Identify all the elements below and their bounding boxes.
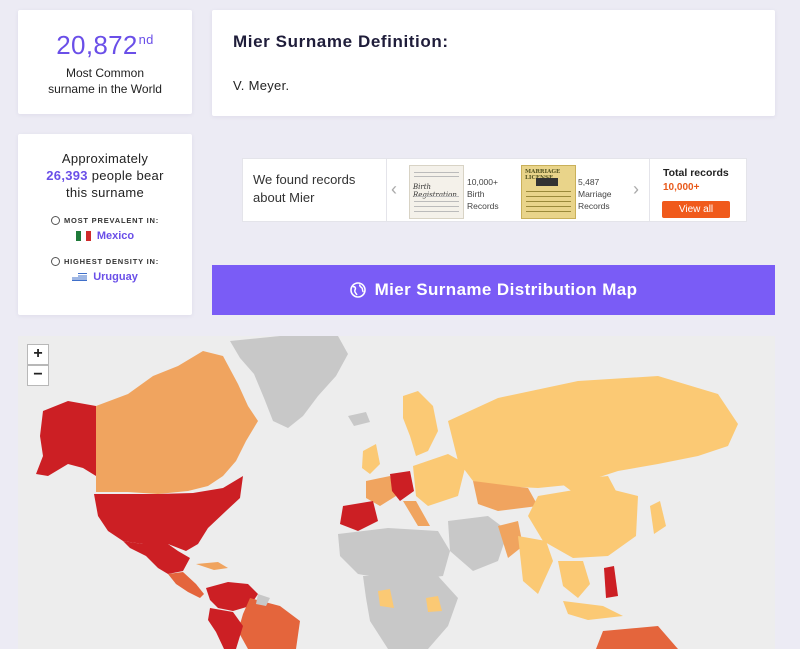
- rank-value: 20,872nd: [56, 30, 154, 60]
- definition-card: Mier Surname Definition: V. Meyer.: [212, 10, 775, 116]
- indonesia-shape: [563, 601, 623, 620]
- spain-shape: [340, 501, 378, 531]
- brazil-shape: [238, 598, 300, 649]
- world-map[interactable]: [18, 336, 775, 649]
- prevalent-label: MOST PREVALENT IN:: [63, 216, 160, 225]
- marriage-label2: Records: [578, 201, 610, 211]
- marriage-records-text[interactable]: 5,487 Marriage Records: [578, 176, 612, 212]
- birth-label2: Records: [467, 201, 499, 211]
- chevron-left-icon[interactable]: ‹: [391, 179, 397, 200]
- india-shape: [518, 536, 553, 594]
- birth-records-text[interactable]: 10,000+ Birth Records: [467, 176, 499, 212]
- divider: [649, 159, 650, 221]
- central-europe-shape: [413, 454, 466, 506]
- distribution-map-button[interactable]: Mier Surname Distribution Map: [212, 265, 775, 315]
- iceland-shape: [348, 412, 370, 426]
- zoom-in-button[interactable]: +: [27, 344, 49, 365]
- southeast-asia-shape: [558, 561, 590, 598]
- distribution-map-label: Mier Surname Distribution Map: [374, 280, 638, 299]
- records-found-text: We found records about Mier: [253, 171, 383, 207]
- total-records-label: Total records: [663, 167, 729, 179]
- records-found-line2: about Mier: [253, 190, 315, 205]
- marriage-count: 5,487: [578, 177, 600, 187]
- canada-shape: [96, 351, 258, 494]
- japan-shape: [650, 501, 666, 534]
- uk-shape: [362, 444, 380, 474]
- rank-suffix: nd: [138, 32, 154, 47]
- info-icon: [50, 257, 60, 266]
- prevalent-country: Mexico: [96, 230, 135, 242]
- marriage-record-thumbnail[interactable]: MARRIAGE LICENSE: [521, 165, 576, 219]
- stats-line2: 26,393 people bear: [18, 168, 192, 183]
- prevalent-heading: MOST PREVALENT IN:: [18, 216, 192, 225]
- density-label: HIGHEST DENSITY IN:: [63, 257, 160, 266]
- birth-record-thumbnail[interactable]: Birth Registration: [409, 165, 464, 219]
- definition-text: V. Meyer.: [233, 78, 290, 93]
- globe-icon: [349, 282, 366, 298]
- records-found-line1: We found records: [253, 172, 356, 187]
- stats-line1: Approximately: [61, 151, 149, 166]
- stats-card: Approximately 26,393 people bear this su…: [18, 134, 192, 315]
- density-heading: HIGHEST DENSITY IN:: [18, 257, 192, 266]
- prevalent-country-link[interactable]: Mexico: [18, 230, 192, 242]
- records-banner[interactable]: We found records about Mier ‹ Birth Regi…: [242, 158, 747, 222]
- africa-central-shape: [363, 576, 458, 649]
- north-africa-shape: [338, 528, 450, 581]
- divider: [386, 159, 387, 221]
- total-records-value: 10,000+: [663, 182, 700, 193]
- peru-shape: [208, 608, 243, 649]
- marriage-label1: Marriage: [578, 189, 612, 199]
- stats-line3: this surname: [65, 185, 145, 200]
- info-icon: [50, 216, 60, 225]
- definition-title: Mier Surname Definition:: [233, 32, 449, 51]
- rank-caption: Most Common surname in the World: [18, 65, 192, 97]
- birth-count: 10,000+: [467, 177, 498, 187]
- density-country-link[interactable]: Uruguay: [18, 271, 192, 283]
- density-country: Uruguay: [93, 271, 138, 283]
- rank-caption-line1: Most Common: [65, 66, 145, 80]
- scandinavia-shape: [403, 391, 438, 456]
- chevron-right-icon[interactable]: ›: [633, 179, 639, 200]
- rank-card: 20,872nd Most Common surname in the Worl…: [18, 10, 192, 114]
- alaska-shape: [36, 401, 96, 476]
- uruguay-flag-icon: [72, 272, 88, 282]
- central-america-shape: [168, 572, 204, 598]
- caribbean-shape: [196, 562, 228, 570]
- distribution-map[interactable]: + −: [18, 336, 775, 649]
- australia-shape: [596, 626, 678, 649]
- middle-east-shape: [448, 516, 508, 571]
- russia-shape: [448, 376, 738, 488]
- philippines-shape: [604, 566, 618, 598]
- zoom-out-button[interactable]: −: [27, 365, 49, 386]
- mexico-flag-icon: [75, 231, 91, 241]
- stats-count-tail: people bear: [91, 168, 164, 183]
- stats-count: 26,393: [46, 168, 88, 183]
- italy-shape: [403, 501, 430, 526]
- view-all-button[interactable]: View all: [662, 201, 730, 218]
- birth-label1: Birth: [467, 189, 485, 199]
- rank-caption-line2: surname in the World: [48, 82, 162, 96]
